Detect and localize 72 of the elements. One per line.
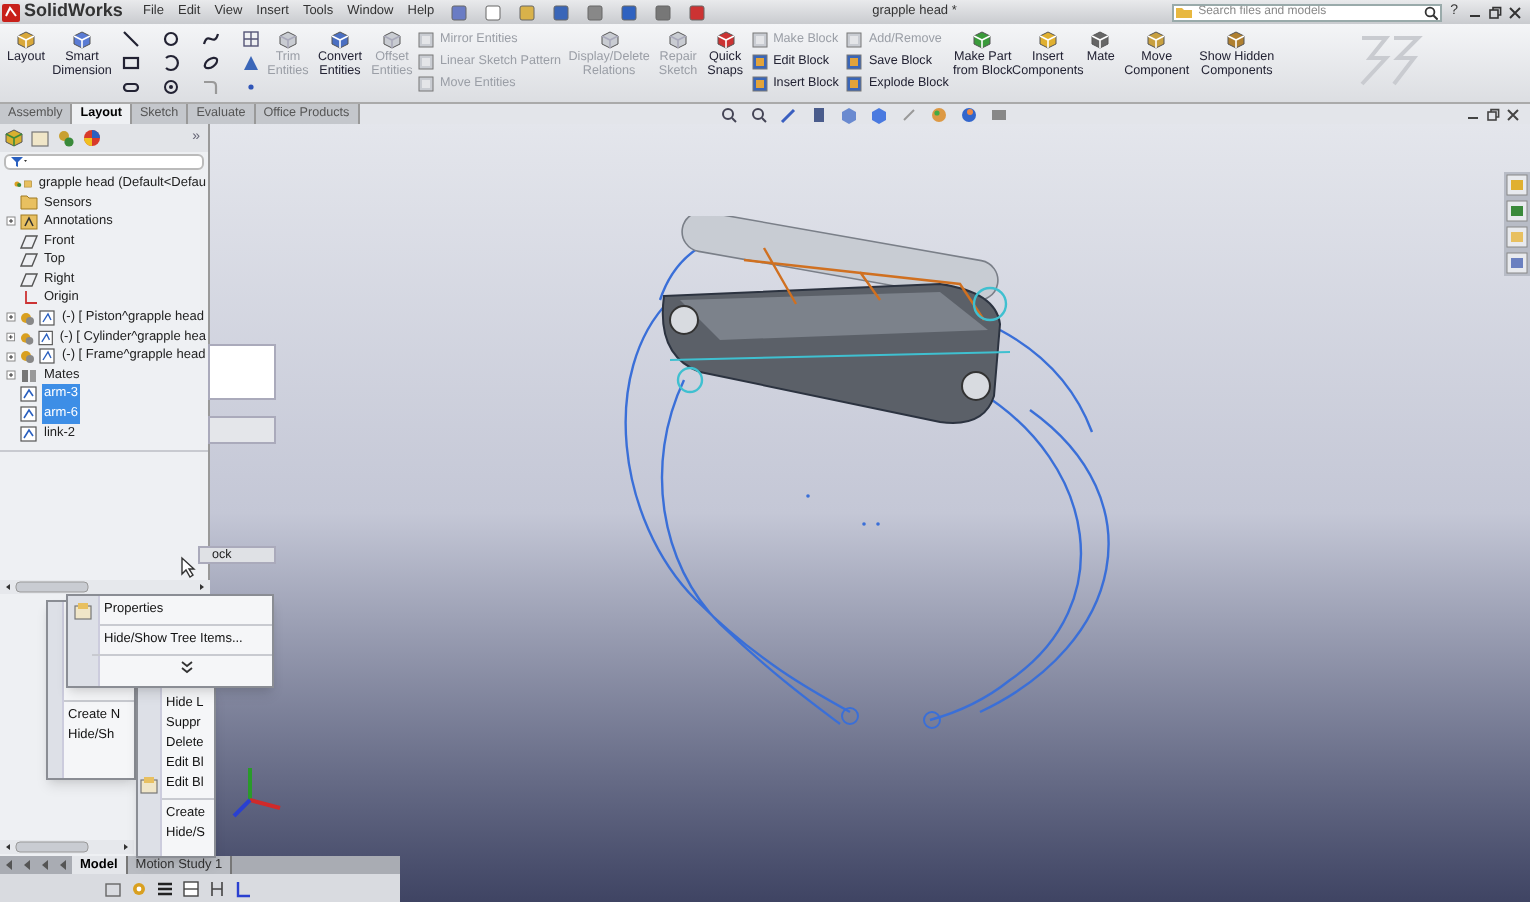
pencil-icon[interactable] [779, 105, 798, 123]
zoom-icon[interactable] [749, 105, 768, 123]
component-icon [20, 348, 56, 365]
chevron-icon[interactable] [179, 660, 193, 674]
sphere-icon[interactable] [959, 105, 978, 123]
mates-icon [20, 367, 38, 384]
restore-icon[interactable] [1486, 107, 1500, 121]
cube-icon [715, 30, 736, 50]
rectangle-icon[interactable] [122, 54, 140, 72]
cube-icon [1090, 30, 1111, 50]
tree-tab-icon[interactable] [4, 128, 24, 148]
display-tab-icon[interactable] [82, 128, 102, 148]
assembly-icon [14, 175, 33, 192]
annotation-icon [20, 213, 38, 230]
cube-icon [599, 30, 620, 50]
columns-icon[interactable] [208, 879, 226, 897]
expand-icon[interactable] [6, 216, 16, 227]
expand-icon[interactable] [6, 312, 16, 323]
circle-icon[interactable] [162, 30, 180, 48]
cube-icon [1146, 30, 1167, 50]
cube-icon [278, 30, 298, 50]
component-icon [19, 329, 54, 346]
ellipse-icon[interactable] [202, 54, 220, 72]
triangle-icon[interactable] [242, 54, 260, 72]
scrollbar[interactable] [0, 580, 210, 594]
table-icon[interactable] [182, 879, 200, 897]
sketch-icon [20, 425, 38, 442]
cube-icon [16, 30, 36, 50]
panel-background [208, 344, 276, 400]
logo-icon [2, 3, 20, 21]
sketch-icon [20, 405, 38, 422]
line-icon[interactable] [122, 30, 140, 48]
sketch-icon [20, 386, 38, 403]
close-icon[interactable] [1508, 5, 1522, 19]
filter-field[interactable] [4, 154, 204, 170]
cube-icon [668, 30, 689, 50]
zoom-icon[interactable] [719, 105, 738, 123]
new-document-icon[interactable] [483, 3, 502, 21]
scrollbar[interactable] [0, 840, 134, 854]
axes-icon[interactable] [234, 879, 252, 897]
target-icon[interactable] [162, 78, 180, 96]
window-icon[interactable] [104, 879, 122, 897]
cube-icon [330, 30, 350, 50]
expand-icon[interactable] [6, 370, 16, 381]
mouse-pointer-icon [180, 556, 196, 578]
app-logo: SolidWorks [24, 0, 125, 25]
toolbar-icon[interactable] [449, 3, 468, 21]
expand-icon[interactable] [6, 332, 16, 343]
grid-icon[interactable] [242, 30, 260, 48]
cube-icon [382, 30, 402, 50]
folder-icon [1176, 6, 1193, 18]
cube-icon [1037, 30, 1058, 50]
expand-icon[interactable] [6, 351, 16, 362]
origin-icon [20, 290, 38, 307]
filter-icon [10, 156, 28, 168]
config-tab-icon[interactable] [56, 128, 76, 148]
component-icon [20, 309, 56, 326]
list-icon[interactable] [156, 879, 174, 897]
menu-gutter [68, 596, 100, 686]
curve-icon[interactable] [202, 30, 220, 48]
box-icon[interactable] [809, 105, 828, 123]
monitor-icon[interactable] [989, 105, 1008, 123]
restore-icon[interactable] [1488, 5, 1502, 19]
cube-icon [972, 30, 993, 50]
slot-icon[interactable] [122, 78, 140, 96]
folder-icon [20, 194, 38, 211]
close-icon[interactable] [1506, 107, 1520, 121]
search-icon [1424, 5, 1439, 19]
arc-icon[interactable] [162, 54, 180, 72]
cube-icon [72, 30, 92, 50]
cube-icon [1226, 30, 1247, 50]
dot-icon[interactable] [242, 78, 260, 96]
